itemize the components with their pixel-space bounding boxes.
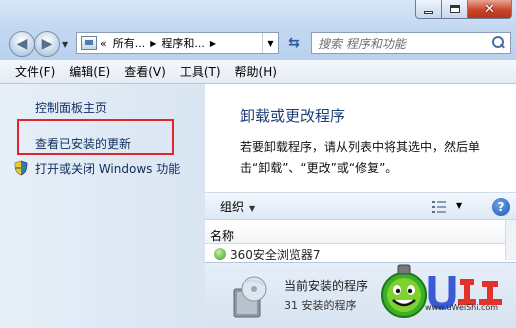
- close-button[interactable]: ✕: [468, 0, 512, 19]
- address-bar[interactable]: « 所有... ▶ 程序和... ▶ ▼: [76, 32, 279, 54]
- list-item[interactable]: 360安全浏览器7: [205, 246, 505, 260]
- menu-view[interactable]: 查看(V): [117, 63, 173, 80]
- view-options-icon[interactable]: [431, 200, 447, 214]
- minimize-button[interactable]: [415, 0, 442, 19]
- organize-label: 组织: [220, 199, 245, 214]
- forward-button[interactable]: ▶: [34, 31, 60, 57]
- shield-icon: [14, 160, 28, 176]
- forward-arrow-icon: ▶: [41, 36, 53, 52]
- menu-help[interactable]: 帮助(H): [228, 63, 284, 80]
- menu-tools[interactable]: 工具(T): [173, 63, 228, 80]
- search-input[interactable]: 搜索 程序和功能: [312, 35, 489, 52]
- list-header: 名称: [205, 224, 505, 244]
- breadcrumb-separator-icon[interactable]: ▶: [208, 39, 218, 48]
- column-header-name[interactable]: 名称: [210, 227, 234, 244]
- control-panel-icon: [81, 36, 97, 50]
- window-controls: ✕: [415, 0, 512, 19]
- page-title: 卸载或更改程序: [240, 107, 346, 125]
- installed-programs-title: 当前安装的程序: [284, 279, 369, 293]
- back-arrow-icon: ◀: [16, 36, 28, 52]
- highlight-annotation: [17, 119, 174, 155]
- back-button[interactable]: ◀: [9, 31, 35, 57]
- recent-pages-dropdown[interactable]: ▼: [62, 40, 71, 49]
- refresh-icon[interactable]: ⇆: [283, 32, 305, 54]
- breadcrumb-overflow[interactable]: «: [97, 37, 110, 50]
- watermark-logo: www.uWeiShi.com: [378, 262, 516, 328]
- view-dropdown-icon[interactable]: ▼: [456, 201, 462, 210]
- breadcrumb-all-items[interactable]: 所有...: [110, 35, 149, 51]
- menu-edit[interactable]: 编辑(E): [62, 63, 117, 80]
- window-chrome: ✕ ◀ ▶ ▼ « 所有... ▶ 程序和... ▶ ▼ ⇆ 搜索 程序和功能: [0, 0, 516, 60]
- watermark-site: www.uWeiShi.com: [425, 303, 499, 312]
- browser-app-icon: [214, 248, 226, 260]
- control-panel-home-link[interactable]: 控制面板主页: [35, 99, 107, 116]
- program-name: 360安全浏览器7: [230, 248, 321, 260]
- maximize-button[interactable]: [442, 0, 468, 19]
- u-weishi-logo-icon: [381, 264, 502, 318]
- breadcrumb-separator-icon[interactable]: ▶: [148, 39, 158, 48]
- installer-disc-icon: [233, 276, 267, 318]
- address-dropdown-icon[interactable]: ▼: [262, 33, 278, 53]
- maximize-icon: [449, 5, 460, 13]
- minimize-icon: [424, 10, 433, 14]
- organize-button[interactable]: 组织 ▼: [220, 198, 255, 215]
- breadcrumb-programs[interactable]: 程序和...: [158, 35, 208, 51]
- close-icon: ✕: [484, 1, 495, 17]
- search-icon[interactable]: [489, 34, 507, 52]
- help-icon[interactable]: ?: [492, 198, 510, 216]
- installed-programs-count: 31 安装的程序: [284, 299, 357, 312]
- menu-bar: 文件(F) 编辑(E) 查看(V) 工具(T) 帮助(H): [0, 60, 516, 84]
- search-box[interactable]: 搜索 程序和功能: [311, 32, 511, 54]
- page-description: 若要卸载程序，请从列表中将其选中，然后单击“卸载”、“更改”或“修复”。: [240, 140, 481, 175]
- list-scrollbar[interactable]: [505, 220, 516, 260]
- windows-features-link[interactable]: 打开或关闭 Windows 功能: [35, 160, 180, 177]
- chevron-down-icon: ▼: [249, 203, 256, 213]
- menu-file[interactable]: 文件(F): [8, 63, 62, 80]
- command-toolbar: 组织 ▼ ▼ ?: [205, 192, 516, 220]
